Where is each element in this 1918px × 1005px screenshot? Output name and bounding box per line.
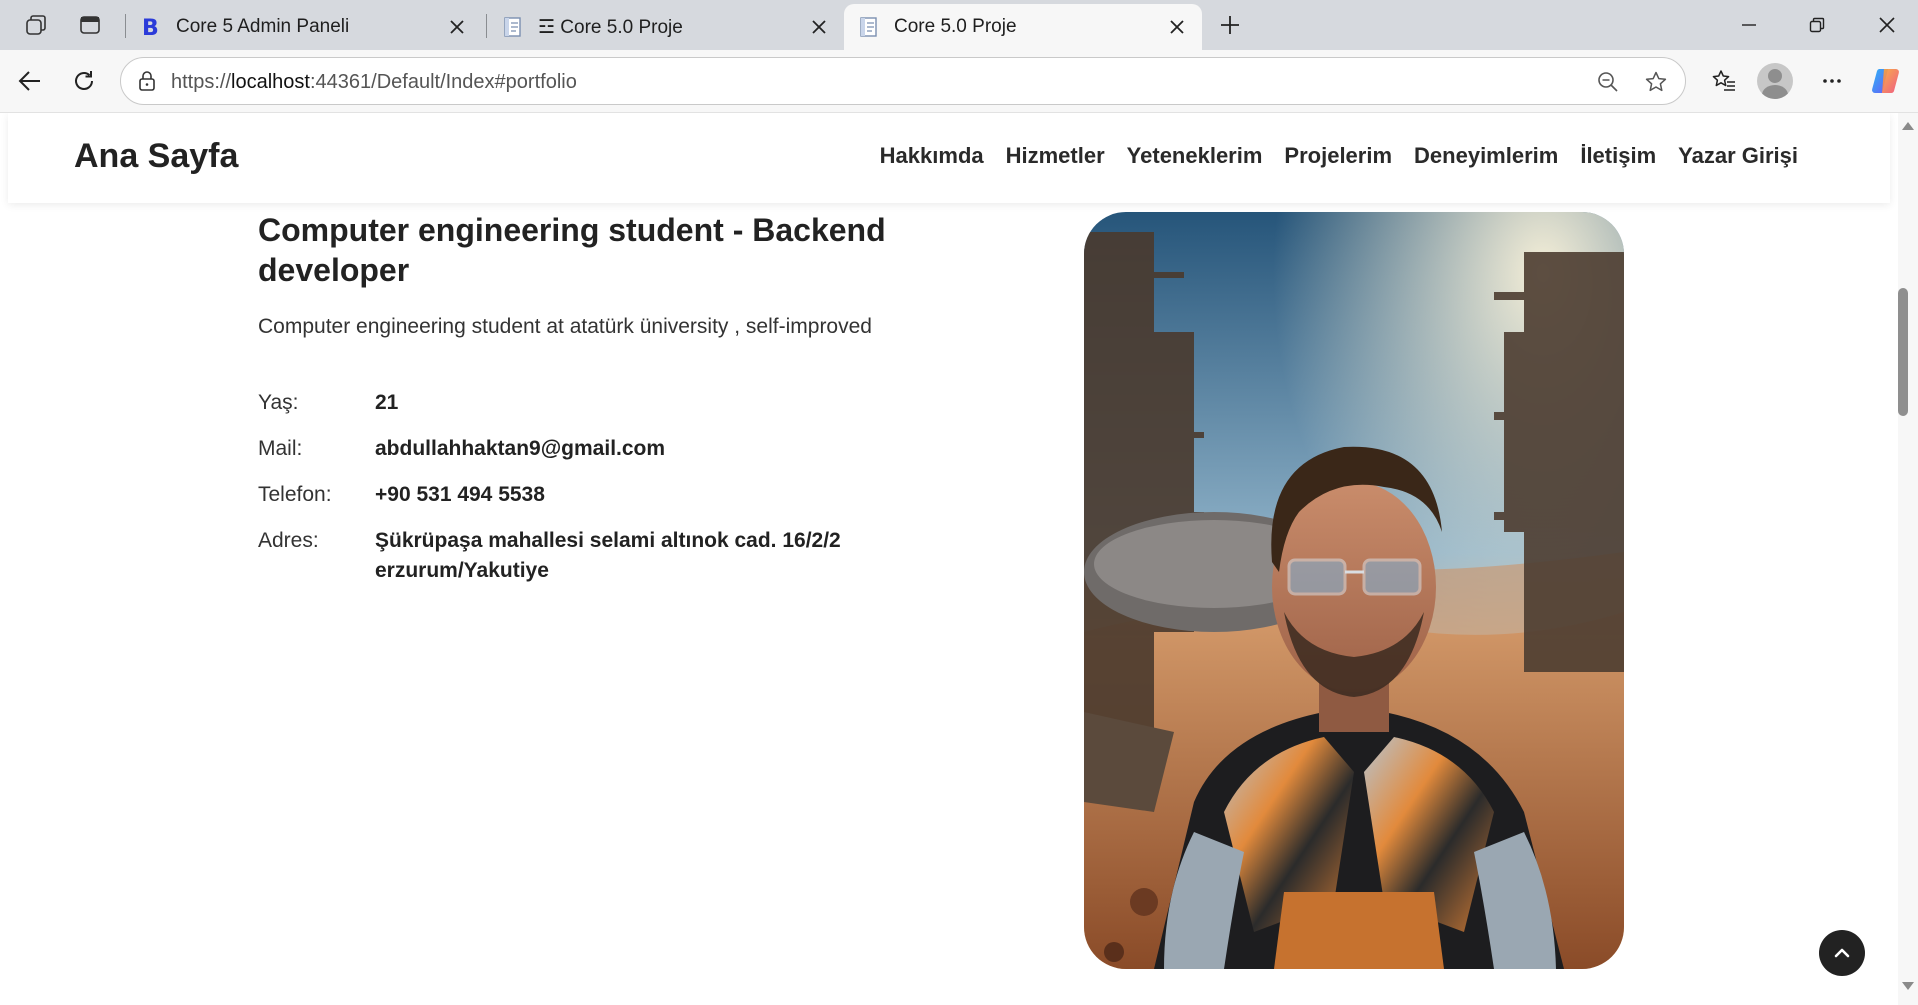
about-title: Computer engineering student - Backend d… [258,212,886,288]
lock-icon[interactable] [135,69,159,93]
about-info-list: Yaş: 21 Mail: abdullahhaktan9@gmail.com … [258,388,898,602]
favorites-icon[interactable] [1706,63,1742,99]
profile-portrait-image [1084,212,1624,969]
info-value: 21 [375,391,399,414]
chevron-up-icon [1834,948,1850,958]
nav-link-projelerim[interactable]: Projelerim [1284,143,1392,169]
tab-admin-panel[interactable]: B Core 5 Admin Paneli [126,4,482,50]
document-icon [502,16,524,38]
site-header: Ana Sayfa Hakkımda Hizmetler Yetenekleri… [8,113,1890,203]
back-arrow-icon[interactable] [12,63,48,99]
tab-title: Core 5.0 Proje [894,16,1017,37]
bootstrap-b-icon: B [140,16,162,38]
refresh-icon[interactable] [66,63,102,99]
info-value: abdullahhaktan9@gmail.com [375,437,666,460]
page-viewport: Ana Sayfa Hakkımda Hizmetler Yetenekleri… [0,113,1898,1005]
info-row-age: Yaş: 21 [258,388,898,418]
document-icon [858,16,880,38]
vertical-tabs-icon[interactable] [76,11,104,39]
info-label: Mail: [258,437,303,460]
nav-link-hizmetler[interactable]: Hizmetler [1006,143,1105,169]
new-tab-icon[interactable] [1216,11,1244,39]
nav-link-yeteneklerim[interactable]: Yeteneklerim [1127,143,1263,169]
info-label: Telefon: [258,483,332,506]
info-row-mail: Mail: abdullahhaktan9@gmail.com [258,434,898,464]
minimize-icon[interactable] [1718,0,1780,50]
scroll-up-arrow-icon[interactable] [1902,122,1914,130]
tab-core-proje-active[interactable]: Core 5.0 Proje [844,4,1202,50]
zoom-out-icon[interactable] [1595,69,1621,95]
tab-title: Core 5 Admin Paneli [176,16,350,37]
more-options-icon[interactable] [1814,63,1850,99]
close-window-icon[interactable] [1856,0,1918,50]
url-text: https://localhost:44361/Default/Index#po… [171,71,577,93]
nav-link-yazar-girisi[interactable]: Yazar Girişi [1678,143,1798,169]
close-tab-icon[interactable] [808,16,830,38]
info-label: Adres: [258,529,319,552]
close-tab-icon[interactable] [1166,16,1188,38]
svg-text:B: B [142,16,159,38]
scrollbar-thumb[interactable] [1898,288,1908,416]
browser-toolbar: https://localhost:44361/Default/Index#po… [0,50,1918,113]
copilot-icon[interactable] [1868,63,1904,99]
profile-avatar[interactable] [1757,63,1793,99]
about-description: Computer engineering student at atatürk … [258,315,872,338]
nav-link-deneyimlerim[interactable]: Deneyimlerim [1414,143,1558,169]
info-row-address: Adres: Şükrüpaşa mahallesi selami altıno… [258,526,898,586]
workspaces-icon[interactable] [22,11,50,39]
scroll-to-top-button[interactable] [1819,930,1865,976]
nav-link-iletisim[interactable]: İletişim [1580,143,1656,169]
scroll-down-arrow-icon[interactable] [1902,982,1914,990]
close-tab-icon[interactable] [446,16,468,38]
favorite-star-icon[interactable] [1643,69,1669,95]
page-scrollbar[interactable] [1898,113,1918,1005]
main-nav: Hakkımda Hizmetler Yeteneklerim Projeler… [880,143,1798,169]
browser-tab-bar: B Core 5 Admin Paneli ☲ Core 5.0 Proje C… [0,0,1918,50]
site-brand-link[interactable]: Ana Sayfa [74,137,238,176]
tab-title: ☲ Core 5.0 Proje [538,16,683,38]
info-value: +90 531 494 5538 [375,483,545,506]
address-bar[interactable]: https://localhost:44361/Default/Index#po… [120,57,1686,105]
nav-link-hakkimda[interactable]: Hakkımda [880,143,984,169]
info-value: Şükrüpaşa mahallesi selami altınok cad. … [375,529,841,582]
restore-icon[interactable] [1786,0,1848,50]
tab-core-proje-1[interactable]: ☲ Core 5.0 Proje [488,4,844,50]
info-label: Yaş: [258,391,299,414]
info-row-phone: Telefon: +90 531 494 5538 [258,480,898,510]
